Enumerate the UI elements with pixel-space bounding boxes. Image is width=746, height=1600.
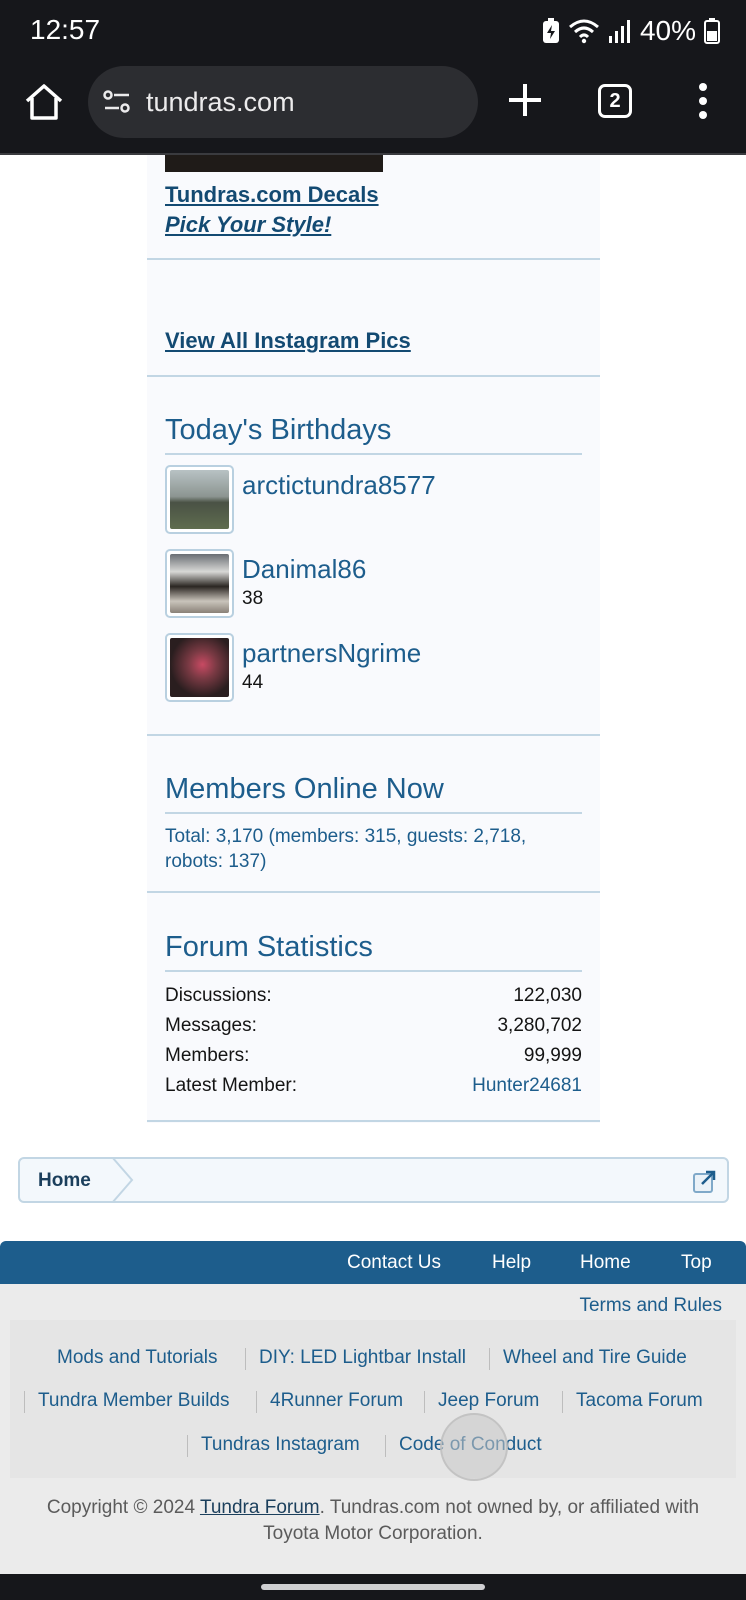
- birthdays-title: Today's Birthdays: [165, 414, 392, 446]
- terms-and-rules-link[interactable]: Terms and Rules: [579, 1295, 722, 1317]
- footer-home-link[interactable]: Home: [580, 1252, 631, 1274]
- status-time: 12:57: [30, 14, 101, 45]
- status-icons: 40%: [542, 14, 720, 48]
- copyright-suffix: . Tundras.com not owned by, or affiliate…: [263, 1497, 700, 1544]
- divider: [147, 1120, 600, 1122]
- instagram-pics-link[interactable]: View All Instagram Pics: [165, 328, 411, 354]
- gesture-handle[interactable]: [261, 1584, 485, 1590]
- birthday-member-name[interactable]: partnersNgrime: [242, 638, 421, 669]
- divider: [424, 1391, 425, 1413]
- footer-help-link[interactable]: Help: [492, 1252, 531, 1274]
- url-text[interactable]: tundras.com: [146, 87, 295, 118]
- address-bar[interactable]: tundras.com: [88, 66, 478, 138]
- breadcrumb-home[interactable]: Home: [38, 1170, 91, 1192]
- battery-percentage: 40%: [639, 15, 696, 46]
- home-icon[interactable]: [22, 80, 66, 124]
- birthday-member-name[interactable]: Danimal86: [242, 554, 366, 585]
- divider: [147, 258, 600, 260]
- system-nav-bar: [0, 1574, 746, 1600]
- section-rule: [165, 453, 582, 455]
- footer-contact-link[interactable]: Contact Us: [347, 1252, 441, 1274]
- breadcrumb: Home: [18, 1157, 729, 1203]
- divider: [256, 1391, 257, 1413]
- touch-indicator: [440, 1413, 508, 1481]
- tab-switcher-icon[interactable]: 2: [598, 84, 632, 118]
- stats-row-members: Members: 99,999: [165, 1045, 582, 1067]
- section-rule: [165, 970, 582, 972]
- stats-row-messages: Messages: 3,280,702: [165, 1015, 582, 1037]
- browser-toolbar: tundras.com 2: [0, 62, 746, 154]
- stats-label: Members:: [165, 1045, 250, 1066]
- divider: [147, 734, 600, 736]
- divider: [24, 1391, 25, 1413]
- divider: [562, 1391, 563, 1413]
- footer-link-item[interactable]: Mods and Tutorials: [57, 1347, 218, 1369]
- footer-link-item[interactable]: Wheel and Tire Guide: [503, 1347, 687, 1369]
- birthday-member-name[interactable]: arctictundra8577: [242, 470, 436, 501]
- birthday-member-age: 44: [242, 672, 264, 693]
- signal-icon: [608, 20, 630, 43]
- plus-icon[interactable]: [506, 80, 544, 120]
- divider: [245, 1348, 246, 1370]
- footer-top-link[interactable]: Top: [681, 1252, 712, 1274]
- divider: [489, 1348, 490, 1370]
- status-bar: 12:57 40%: [0, 0, 746, 62]
- breadcrumb-chevron-icon: [111, 1157, 134, 1203]
- stats-value: 122,030: [513, 985, 582, 1006]
- battery-icon: [704, 18, 720, 44]
- avatar[interactable]: [165, 549, 234, 618]
- stats-label: Messages:: [165, 1015, 257, 1036]
- decal-ad-image[interactable]: [165, 155, 383, 172]
- avatar[interactable]: [165, 633, 234, 702]
- footer-nav: Contact Us Help Home Top: [0, 1241, 746, 1284]
- divider: [147, 891, 600, 893]
- section-rule: [165, 812, 582, 814]
- footer-link-item[interactable]: Tundra Member Builds: [38, 1390, 229, 1412]
- latest-member-link[interactable]: Hunter24681: [472, 1075, 582, 1097]
- stats-label: Latest Member:: [165, 1075, 297, 1096]
- copyright-prefix: Copyright © 2024: [46, 1497, 200, 1518]
- divider: [385, 1435, 386, 1457]
- birthday-member-age: 38: [242, 588, 264, 609]
- stats-value: 3,280,702: [497, 1015, 582, 1036]
- stats-label: Discussions:: [165, 985, 272, 1006]
- footer-link-item[interactable]: Tacoma Forum: [576, 1390, 703, 1412]
- avatar[interactable]: [165, 465, 234, 534]
- footer-link-item[interactable]: Jeep Forum: [438, 1390, 539, 1412]
- decals-link[interactable]: Tundras.com Decals: [165, 182, 379, 208]
- members-online-title: Members Online Now: [165, 773, 444, 805]
- footer-link-item[interactable]: Tundras Instagram: [201, 1434, 360, 1456]
- tundra-forum-link[interactable]: Tundra Forum: [200, 1497, 320, 1518]
- footer-link-item[interactable]: DIY: LED Lightbar Install: [259, 1347, 466, 1369]
- forum-statistics-title: Forum Statistics: [165, 931, 373, 963]
- stats-value: 99,999: [523, 1045, 582, 1066]
- battery-saver-icon: [542, 18, 559, 43]
- members-online-summary: Total: 3,170 (members: 315, guests: 2,71…: [165, 826, 527, 872]
- stats-row-latest-member: Latest Member: Hunter24681: [165, 1075, 582, 1097]
- stats-row-discussions: Discussions: 122,030: [165, 985, 582, 1007]
- footer-link-item[interactable]: 4Runner Forum: [270, 1390, 403, 1412]
- site-settings-icon[interactable]: [102, 87, 132, 117]
- wifi-icon: [568, 19, 599, 44]
- copyright: Copyright © 2024 Tundra Forum. Tundras.c…: [20, 1495, 726, 1547]
- pick-style-link[interactable]: Pick Your Style!: [165, 212, 331, 238]
- divider: [187, 1435, 188, 1457]
- external-link-icon[interactable]: [693, 1169, 717, 1193]
- divider: [147, 375, 600, 377]
- more-vert-icon[interactable]: [694, 82, 712, 120]
